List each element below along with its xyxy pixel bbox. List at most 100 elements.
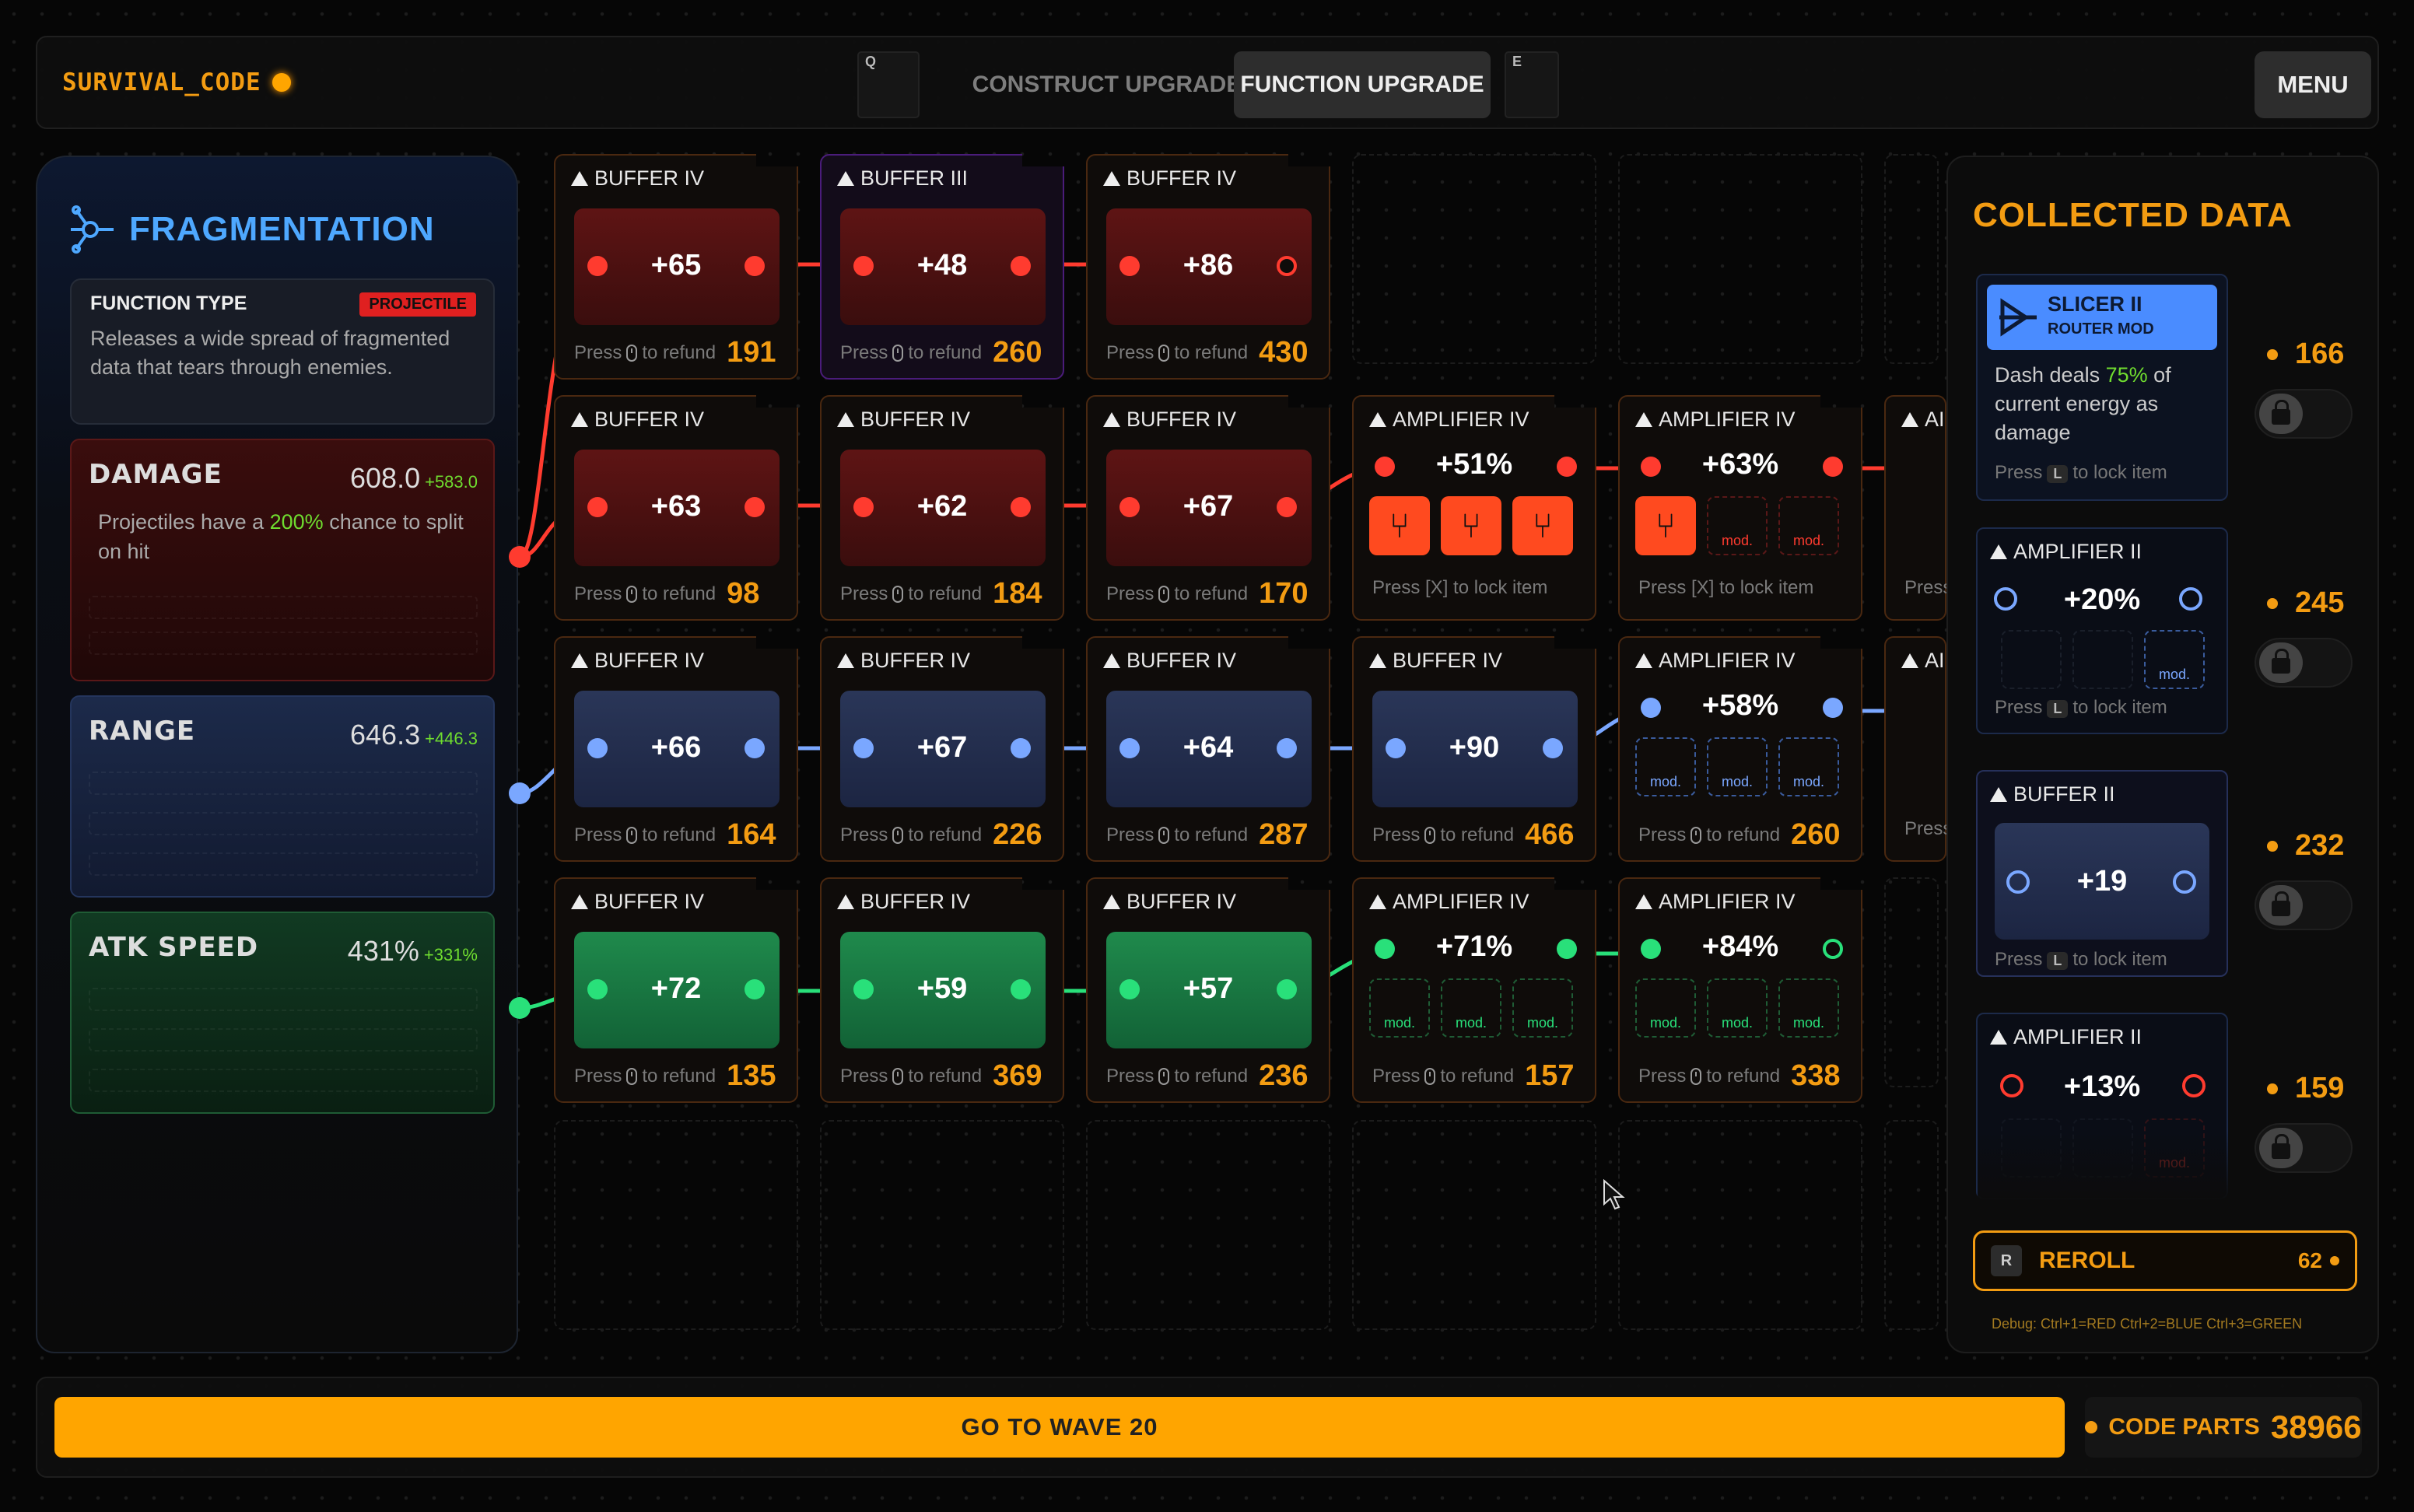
- upgrade-card[interactable]: AMPLIFIER IV +63% ⑂ mod. mod. Press [X] to lo…: [1618, 395, 1862, 621]
- fork-mod-icon[interactable]: ⑂: [1369, 496, 1430, 555]
- upgrade-card[interactable]: AMPLIFIER IV +71% mod. mod. mod. Press to refu…: [1352, 877, 1596, 1103]
- card-title: BUFFER III: [837, 166, 968, 191]
- mod-slots: mod. mod. mod.: [1635, 978, 1839, 1038]
- mod-slot[interactable]: mod.: [1369, 978, 1430, 1038]
- upgrade-card[interactable]: BUFFER IV +63 Press to refund 98: [554, 395, 798, 621]
- tier-triangle-icon: [1103, 412, 1120, 427]
- mod-slot[interactable]: mod.: [1635, 737, 1696, 796]
- mod-slots: ⑂ mod. mod.: [1635, 496, 1839, 555]
- upgrade-card[interactable]: BUFFER IV +67 Press to refund 170: [1086, 395, 1330, 621]
- mod-slot[interactable]: mod.: [1778, 978, 1839, 1038]
- upgrade-card[interactable]: BUFFER IV +65 Press to refund 191: [554, 154, 798, 380]
- mouse-icon: [1691, 826, 1702, 844]
- lock-toggle[interactable]: [2255, 880, 2353, 930]
- mouse-icon: [1158, 1067, 1170, 1085]
- collected-item-buffer[interactable]: BUFFER II +19 Press Lto lock item: [1976, 770, 2228, 977]
- upgrade-card[interactable]: AMPLIFIER IV +58% mod. mod. mod. Press to refu…: [1618, 636, 1862, 862]
- refund-hint: Press to refund 191: [574, 336, 776, 369]
- router-mod-header: SLICER II ROUTER MOD: [1987, 285, 2217, 350]
- connector-node: [853, 979, 874, 999]
- mod-slot[interactable]: mod.: [1635, 978, 1696, 1038]
- mod-slot[interactable]: mod.: [1707, 978, 1768, 1038]
- mod-slot[interactable]: mod.: [1778, 496, 1839, 555]
- refund-cost: 466: [1525, 818, 1575, 851]
- upgrade-card[interactable]: BUFFER IV +59 Press to refund 369: [820, 877, 1064, 1103]
- fork-mod-icon[interactable]: ⑂: [1441, 496, 1501, 555]
- refund-hint: Press to refund 157: [1372, 1059, 1575, 1092]
- mod-slot[interactable]: mod.: [1441, 978, 1501, 1038]
- collected-item-slicer[interactable]: SLICER II ROUTER MOD Dash deals 75% of c…: [1976, 274, 2228, 501]
- empty-slot: [554, 1120, 798, 1330]
- refund-hint: Press to refund 164: [574, 818, 776, 851]
- empty-slot: [1352, 1120, 1596, 1330]
- connector-node: [1119, 497, 1140, 517]
- connector-node: [745, 497, 765, 517]
- empty-slot: [1086, 1120, 1330, 1330]
- lock-toggle[interactable]: [2255, 638, 2353, 688]
- reroll-button[interactable]: R REROLL 62: [1973, 1230, 2357, 1291]
- reroll-label: REROLL: [2039, 1248, 2135, 1273]
- mouse-icon: [892, 344, 904, 362]
- card-title: AI: [1901, 649, 1945, 673]
- upgrade-card[interactable]: AMPLIFIER IV +84% mod. mod. mod. Press to refu…: [1618, 877, 1862, 1103]
- mod-slot[interactable]: mod.: [1707, 496, 1768, 555]
- fade-overlay: [1978, 1131, 2230, 1201]
- mod-slot[interactable]: mod.: [1707, 737, 1768, 796]
- upgrade-card[interactable]: BUFFER IV +66 Press to refund 164: [554, 636, 798, 862]
- refund-cost: 430: [1259, 336, 1309, 369]
- refund-hint: Press to refund 98: [574, 577, 760, 610]
- upgrade-card[interactable]: BUFFER IV +72 Press to refund 135: [554, 877, 798, 1103]
- refund-cost: 164: [727, 818, 776, 851]
- collected-item-amplifier-2[interactable]: AMPLIFIER II +13% mod.: [1976, 1013, 2230, 1201]
- upgrade-card[interactable]: AMPLIFIER IV +51% ⑂ ⑂ ⑂ Press [X] to lock ite…: [1352, 395, 1596, 621]
- tier-triangle-icon: [837, 894, 854, 909]
- tier-triangle-icon: [1103, 894, 1120, 909]
- connector-node: [587, 738, 608, 758]
- lock-toggle[interactable]: [2255, 389, 2353, 439]
- upgrade-card[interactable]: BUFFER IV +64 Press to refund 287: [1086, 636, 1330, 862]
- upgrade-card[interactable]: BUFFER IV +57 Press to refund 236: [1086, 877, 1330, 1103]
- fork-mod-icon[interactable]: ⑂: [1512, 496, 1573, 555]
- upgrade-card[interactable]: BUFFER IV +90 Press to refund 466: [1352, 636, 1596, 862]
- upgrade-card[interactable]: BUFFER IV +86 Press to refund 430: [1086, 154, 1330, 380]
- connector-node: [1119, 738, 1140, 758]
- tier-triangle-icon: [571, 171, 588, 186]
- tier-triangle-icon: [1103, 653, 1120, 668]
- connector-node: [1641, 457, 1661, 477]
- connector-node: [1011, 738, 1031, 758]
- refund-hint: Press to refund 466: [1372, 818, 1575, 851]
- empty-slot: [1884, 1120, 1939, 1330]
- connector-node: [853, 497, 874, 517]
- mod-slot[interactable]: mod.: [1512, 978, 1573, 1038]
- connector-node: [587, 256, 608, 276]
- item-title: AMPLIFIER II: [1990, 1025, 2142, 1049]
- item-cost: 166: [2267, 338, 2344, 371]
- connector-node: [1375, 939, 1395, 959]
- connector-node: [587, 497, 608, 517]
- card-title: AMPLIFIER IV: [1635, 408, 1796, 432]
- connector-node: [1011, 497, 1031, 517]
- upgrade-card[interactable]: BUFFER IV +62 Press to refund 184: [820, 395, 1064, 621]
- fork-mod-icon[interactable]: ⑂: [1635, 496, 1696, 555]
- reroll-key: R: [1991, 1245, 2022, 1276]
- collected-item-amplifier[interactable]: AMPLIFIER II +20% mod. Press Lto lock ite…: [1976, 527, 2228, 734]
- tier-triangle-icon: [1901, 653, 1918, 668]
- empty-slot: [820, 1120, 1064, 1330]
- upgrade-card[interactable]: BUFFER IV +67 Press to refund 226: [820, 636, 1064, 862]
- tier-triangle-icon: [837, 412, 854, 427]
- upgrade-card[interactable]: BUFFER III +48 Press to refund 260: [820, 154, 1064, 380]
- mod-slot[interactable]: mod.: [1778, 737, 1839, 796]
- upgrade-card-partial[interactable]: AI Press: [1884, 636, 1952, 862]
- upgrade-card-partial[interactable]: AI Press: [1884, 395, 1952, 621]
- connector-node: [1823, 698, 1843, 718]
- tier-triangle-icon: [837, 653, 854, 668]
- item-value: +20%: [2063, 583, 2141, 616]
- connector-node: [1823, 457, 1843, 477]
- refund-cost: 98: [727, 577, 760, 610]
- go-to-wave-button[interactable]: GO TO WAVE 20: [54, 1397, 2065, 1458]
- lock-toggle[interactable]: [2255, 1123, 2353, 1173]
- item-title: BUFFER II: [1990, 782, 2115, 807]
- refund-cost: 184: [993, 577, 1042, 610]
- code-parts-label: CODE PARTS: [2108, 1414, 2260, 1440]
- tier-triangle-icon: [1369, 894, 1386, 909]
